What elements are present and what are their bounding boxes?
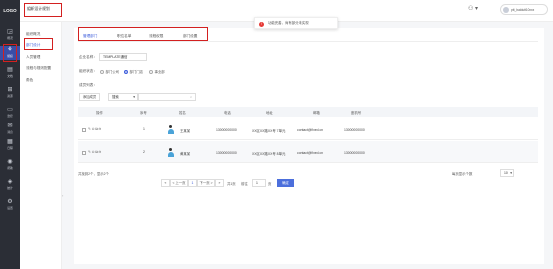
rail-item-label: 日程 bbox=[7, 146, 13, 150]
search-icon: ⌕ bbox=[190, 95, 192, 99]
user-name: ptt_baidutt10xxx bbox=[511, 8, 535, 12]
user-photo bbox=[167, 148, 174, 157]
subnav-item-roles[interactable]: 角色 bbox=[26, 78, 33, 83]
page-unit: 页 bbox=[268, 182, 272, 186]
user-icon[interactable]: ⚇ ▾ bbox=[468, 5, 478, 12]
subnav-item-rules[interactable]: 流程与规则配置 bbox=[26, 66, 51, 71]
goto-page-input[interactable]: 1 bbox=[252, 179, 266, 187]
rail-item-2[interactable]: ▤ 文档 bbox=[0, 66, 20, 80]
table-header bbox=[78, 107, 538, 117]
col-address: 地址 bbox=[266, 111, 273, 115]
rail-item-label: 概况 bbox=[7, 36, 13, 40]
col-name: 姓名 bbox=[179, 111, 186, 115]
rail-item-label: 统计 bbox=[7, 186, 13, 190]
radio-company[interactable]: 部门公司 bbox=[100, 69, 119, 75]
page-size-select[interactable]: 10 ▾ bbox=[500, 169, 514, 177]
cell-index: 2 bbox=[143, 150, 145, 154]
search-type-select[interactable]: 搜索 ▾ bbox=[108, 93, 138, 101]
cell-index: 1 bbox=[143, 127, 145, 131]
cell-landline: 13000000000 bbox=[344, 151, 365, 155]
avatar bbox=[503, 7, 509, 13]
rail-item-6[interactable]: ▦ 日程 bbox=[0, 138, 20, 152]
total-pages: 共1页 bbox=[227, 182, 236, 186]
cell-email: contact@fixed.cn bbox=[297, 128, 324, 132]
rail-item-3[interactable]: ⊞ 资源 bbox=[0, 86, 20, 100]
search-input[interactable]: ⌕ bbox=[138, 93, 196, 101]
current-page[interactable]: 1 bbox=[188, 179, 197, 187]
monitor-icon: ▭ bbox=[7, 107, 13, 113]
rail-item-8[interactable]: ◈ 统计 bbox=[0, 178, 20, 192]
toast-notification: ! 功能完善，尚有部分未实现 bbox=[254, 17, 338, 29]
last-page-button[interactable]: » bbox=[215, 179, 224, 187]
first-page-button[interactable]: « bbox=[161, 179, 170, 187]
cell-address: XX区XX路XX号 8单元 bbox=[252, 152, 286, 156]
cell-phone: 13000000000 bbox=[216, 151, 237, 155]
company-name-label: 企业名称： bbox=[79, 55, 97, 59]
highlight-box-rail bbox=[3, 44, 17, 62]
chevron-down-icon: ▾ bbox=[510, 171, 512, 175]
row-actions[interactable]: ✎⊙⧉⊖ bbox=[88, 127, 102, 131]
calendar-icon: ▦ bbox=[7, 139, 13, 145]
highlight-box-subnav bbox=[24, 38, 53, 50]
settings-icon: ⚙ bbox=[7, 199, 13, 205]
rail-item-label: 消息 bbox=[7, 130, 13, 134]
error-icon: ! bbox=[259, 21, 264, 27]
cell-address: XX区XX路XX号 7单元 bbox=[252, 129, 286, 133]
highlight-box-tabs bbox=[78, 27, 208, 41]
rail-item-label: 资源 bbox=[7, 94, 13, 98]
company-name-field[interactable]: TEMPLATE通信 bbox=[99, 53, 147, 61]
rail-item-label: 文档 bbox=[7, 74, 13, 78]
subnav-item-overview[interactable]: 组织概况 bbox=[26, 32, 40, 37]
overview-icon: ◲ bbox=[7, 29, 13, 35]
member-list-label: 成员列表： bbox=[79, 83, 97, 87]
rail-item-5[interactable]: ✉ 消息 bbox=[0, 122, 20, 136]
col-phone: 电话 bbox=[224, 111, 231, 115]
cell-landline: 13000000000 bbox=[344, 128, 365, 132]
document-icon: ▤ bbox=[7, 67, 13, 73]
user-chip[interactable]: ptt_baidutt10xxx bbox=[500, 4, 548, 15]
status-label: 组织状态： bbox=[79, 69, 97, 73]
subnav-item-staff[interactable]: 人员管理 bbox=[26, 55, 40, 60]
goto-label: 前往 bbox=[241, 182, 248, 186]
row-actions[interactable]: ✎⊙⧉⊖ bbox=[88, 150, 102, 154]
sub-sidebar: 组织概况 部门设计 人员管理 流程与规则配置 角色 bbox=[20, 22, 62, 269]
row-checkbox[interactable] bbox=[82, 128, 86, 132]
row-checkbox[interactable] bbox=[82, 151, 86, 155]
rail-item-0[interactable]: ◲ 概况 bbox=[0, 28, 20, 42]
cell-phone: 13000000000 bbox=[216, 128, 237, 132]
message-icon: ✉ bbox=[7, 123, 13, 129]
add-member-button[interactable]: 添加成员 bbox=[79, 93, 100, 101]
cell-email: contact@fixed.cn bbox=[297, 151, 324, 155]
rail-item-label: 帮助 bbox=[7, 166, 13, 170]
page-size-label: 每页显示个数 bbox=[452, 172, 473, 176]
chevron-down-icon: ▾ bbox=[133, 95, 135, 99]
toast-text: 功能完善，尚有部分未实现 bbox=[268, 21, 309, 25]
cell-name: 王某某 bbox=[180, 129, 191, 133]
col-landline: 座机号 bbox=[351, 111, 362, 115]
radio-store[interactable]: 部门门店 bbox=[124, 69, 143, 75]
rail-item-7[interactable]: ◉ 帮助 bbox=[0, 158, 20, 172]
next-page-button[interactable]: 下一页 > bbox=[197, 179, 215, 187]
rail-item-4[interactable]: ▭ 监控 bbox=[0, 106, 20, 120]
rail-item-9[interactable]: ⚙ 设置 bbox=[0, 198, 20, 212]
logo: LOGO bbox=[3, 8, 17, 13]
col-email: 邮箱 bbox=[313, 111, 320, 115]
help-icon: ◉ bbox=[7, 159, 13, 165]
total-count: 共找到2个，显示2个 bbox=[78, 172, 109, 176]
tab-divider bbox=[78, 41, 538, 42]
col-actions: 操作 bbox=[96, 111, 103, 115]
rail-item-label: 设置 bbox=[7, 206, 13, 210]
resource-icon: ⊞ bbox=[7, 87, 13, 93]
col-index: 序号 bbox=[140, 111, 147, 115]
collapse-handle-icon[interactable]: ‹ bbox=[62, 192, 66, 200]
rail-item-label: 监控 bbox=[7, 114, 13, 118]
radio-division[interactable]: 事业部 bbox=[149, 69, 165, 75]
go-button[interactable]: 确定 bbox=[277, 179, 294, 187]
cell-name: 黄某某 bbox=[180, 152, 191, 156]
stats-icon: ◈ bbox=[7, 179, 13, 185]
prev-page-button[interactable]: < 上一页 bbox=[170, 179, 188, 187]
user-photo bbox=[167, 125, 174, 134]
window-icon: ▭ bbox=[28, 6, 33, 12]
